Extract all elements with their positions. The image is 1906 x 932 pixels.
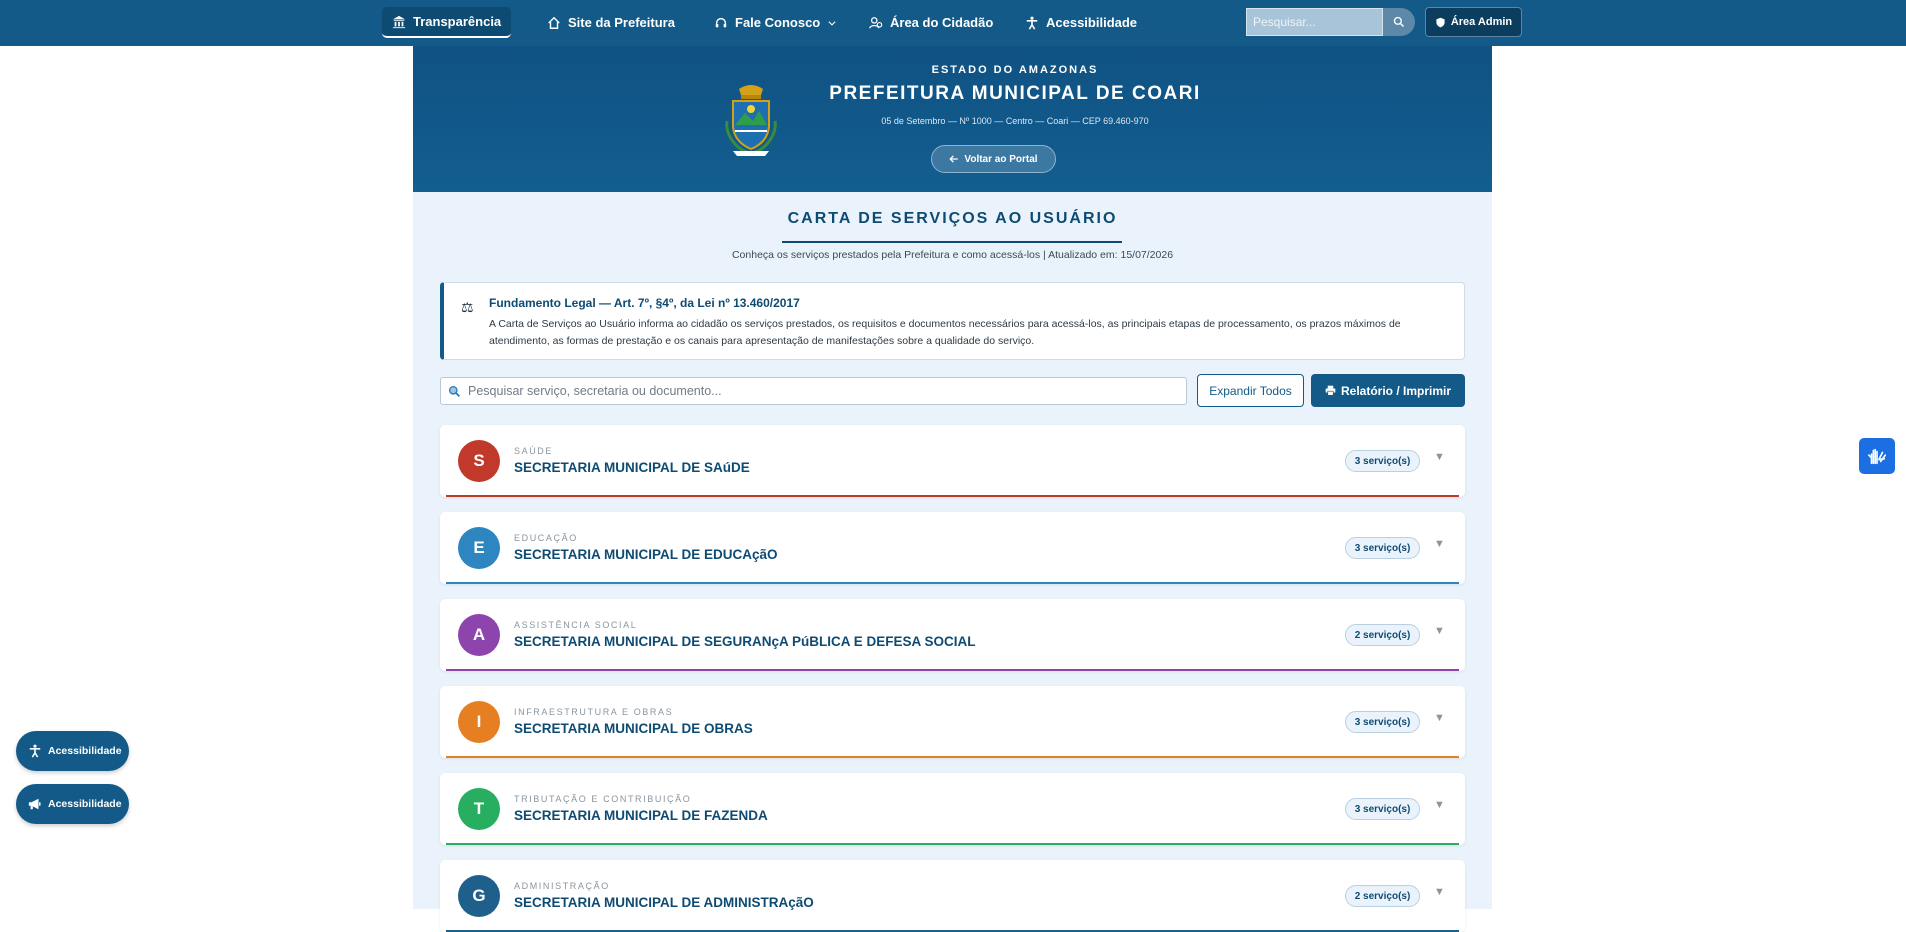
nav-site-prefeitura[interactable]: Site da Prefeitura: [537, 7, 685, 38]
nav-acessibilidade[interactable]: Acessibilidade: [1015, 7, 1147, 38]
secretaria-name: SECRETARIA MUNICIPAL DE SAúDE: [514, 460, 750, 475]
card-accent-bar: [446, 582, 1459, 584]
main-content: CARTA DE SERVIÇOS AO USUÁRIO Conheça os …: [413, 192, 1492, 932]
secretaria-card[interactable]: T TRIBUTAÇÃO E CONTRIBUIÇÃO SECRETARIA MUN…: [440, 773, 1465, 845]
accessibility-float-button-2[interactable]: Acessibilidade: [16, 784, 129, 824]
report-print-button[interactable]: Relatório / Imprimir: [1311, 374, 1465, 407]
legal-heading: Fundamento Legal — Art. 7º, §4º, da Lei …: [489, 296, 800, 310]
secretaria-card[interactable]: S SAÚDE SECRETARIA MUNICIPAL DE SAúDE 3 ser…: [440, 425, 1465, 497]
secretaria-card[interactable]: E EDUCAÇÃO SECRETARIA MUNICIPAL DE EDUCAçã…: [440, 512, 1465, 584]
nav-label: Transparência: [413, 14, 502, 29]
expand-all-button[interactable]: Expandir Todos: [1197, 374, 1304, 407]
vlibras-sign-language-button[interactable]: [1859, 438, 1895, 474]
chevron-down-icon: [828, 20, 836, 26]
nav-label: Site da Prefeitura: [568, 15, 675, 30]
secretaria-initial: E: [458, 527, 500, 569]
city-hall-name: PREFEITURA MUNICIPAL DE COARI: [829, 83, 1201, 104]
nav-transparencia[interactable]: Transparência: [382, 7, 512, 38]
scale-icon: ⚖: [461, 299, 474, 315]
service-search-input[interactable]: [468, 378, 1180, 404]
accessibility-float-button[interactable]: Acessibilidade: [16, 731, 129, 771]
card-accent-bar: [446, 495, 1459, 497]
secretaria-card[interactable]: I INFRAESTRUTURA E OBRAS SECRETARIA MUNICI…: [440, 686, 1465, 758]
hands-icon: [1867, 448, 1887, 465]
service-count-badge: 3 serviço(s): [1345, 711, 1420, 733]
secretaria-category: ASSISTÊNCIA SOCIAL: [514, 620, 638, 630]
service-count-badge: 2 serviço(s): [1345, 624, 1420, 646]
card-accent-bar: [446, 669, 1459, 671]
secretaria-initial: S: [458, 440, 500, 482]
secretaria-initial: I: [458, 701, 500, 743]
search-icon: [1393, 16, 1405, 28]
secretaria-initial: T: [458, 788, 500, 830]
page-subtitle: Conheça os serviços prestados pela Prefe…: [731, 249, 1174, 261]
bank-icon: [392, 15, 406, 28]
nav-area-cidadao[interactable]: Área do Cidadão: [859, 7, 1003, 38]
top-navbar: Transparência Site da Prefeitura Fale Co…: [0, 0, 1906, 46]
headset-icon: [715, 17, 727, 27]
accessibility-label: Acessibilidade: [48, 798, 122, 810]
search-icon: [448, 385, 461, 398]
secretaria-name: SECRETARIA MUNICIPAL DE SEGURANçA PúBLIC…: [514, 634, 976, 649]
title-underline: [782, 241, 1122, 243]
card-accent-bar: [446, 756, 1459, 758]
secretaria-category: TRIBUTAÇÃO E CONTRIBUIÇÃO: [514, 794, 692, 804]
nav-label: Área do Cidadão: [890, 15, 994, 30]
secretaria-category: INFRAESTRUTURA E OBRAS: [514, 707, 674, 717]
secretaria-category: EDUCAÇÃO: [514, 533, 578, 543]
service-count-badge: 3 serviço(s): [1345, 450, 1420, 472]
admin-area-button[interactable]: Área Admin: [1425, 7, 1522, 37]
users-icon: [869, 16, 883, 28]
card-accent-bar: [446, 843, 1459, 845]
secretaria-name: SECRETARIA MUNICIPAL DE EDUCAçãO: [514, 547, 778, 562]
legal-body: A Carta de Serviços ao Usuário informa a…: [489, 318, 1401, 347]
service-count-badge: 3 serviço(s): [1345, 798, 1420, 820]
service-count-badge: 2 serviço(s): [1345, 885, 1420, 907]
nav-label: Acessibilidade: [1046, 15, 1138, 30]
accessibility-label: Acessibilidade: [48, 745, 122, 757]
secretaria-initial: G: [458, 875, 500, 917]
chevron-down-icon[interactable]: ▼: [1434, 712, 1445, 724]
legal-notice: ⚖ Fundamento Legal — Art. 7º, §4º, da Le…: [440, 282, 1465, 360]
back-label: Voltar ao Portal: [964, 153, 1038, 165]
top-search-input[interactable]: [1246, 8, 1383, 36]
back-to-portal-button[interactable]: Voltar ao Portal: [931, 145, 1056, 173]
secretaria-card[interactable]: G ADMINISTRAÇÃO SECRETARIA MUNICIPAL DE AD…: [440, 860, 1465, 932]
secretaria-card[interactable]: A ASSISTÊNCIA SOCIAL SECRETARIA MUNICIPAL …: [440, 599, 1465, 671]
page-title: CARTA DE SERVIÇOS AO USUÁRIO: [787, 210, 1118, 227]
chevron-down-icon[interactable]: ▼: [1434, 799, 1445, 811]
top-search-button[interactable]: [1383, 8, 1415, 36]
secretaria-initial: A: [458, 614, 500, 656]
nav-label: Fale Conosco: [735, 15, 821, 30]
chevron-down-icon[interactable]: ▼: [1434, 886, 1445, 898]
service-count-badge: 3 serviço(s): [1345, 537, 1420, 559]
arrow-left-icon: [949, 155, 959, 163]
secretaria-name: SECRETARIA MUNICIPAL DE ADMINISTRAçãO: [514, 895, 814, 910]
address: 05 de Setembro — Nº 1000 — Centro — Coar…: [881, 116, 1149, 126]
admin-label: Área Admin: [1450, 16, 1513, 28]
secretaria-category: SAÚDE: [514, 446, 554, 456]
printer-icon: [1325, 385, 1336, 396]
header-banner: ESTADO DO AMAZONAS PREFEITURA MUNICIPAL …: [413, 46, 1492, 192]
secretaria-name: SECRETARIA MUNICIPAL DE FAZENDA: [514, 808, 768, 823]
secretaria-name: SECRETARIA MUNICIPAL DE OBRAS: [514, 721, 753, 736]
state-name: ESTADO DO AMAZONAS: [931, 64, 1099, 76]
chevron-down-icon[interactable]: ▼: [1434, 451, 1445, 463]
nav-fale-conosco[interactable]: Fale Conosco: [704, 7, 847, 38]
shield-icon: [1436, 17, 1445, 27]
chevron-down-icon[interactable]: ▼: [1434, 538, 1445, 550]
megaphone-icon: [28, 798, 41, 810]
accessibility-icon: [1026, 16, 1038, 30]
report-label: Relatório / Imprimir: [1340, 383, 1452, 398]
chevron-down-icon[interactable]: ▼: [1434, 625, 1445, 637]
service-search-field[interactable]: [440, 377, 1187, 405]
home-icon: [548, 16, 560, 29]
accessibility-icon: [29, 744, 41, 758]
secretaria-category: ADMINISTRAÇÃO: [514, 881, 610, 891]
